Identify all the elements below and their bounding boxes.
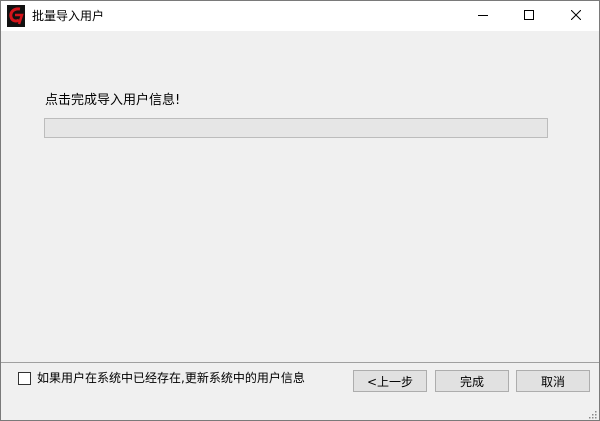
close-button[interactable] bbox=[553, 1, 599, 31]
minimize-button[interactable] bbox=[460, 1, 506, 31]
minimize-icon bbox=[478, 9, 488, 23]
update-existing-option[interactable]: 如果用户在系统中已经存在,更新系统中的用户信息 bbox=[18, 370, 305, 386]
maximize-icon bbox=[524, 9, 534, 23]
app-logo-icon bbox=[7, 5, 25, 27]
cancel-button[interactable]: 取消 bbox=[516, 370, 590, 392]
instruction-text: 点击完成导入用户信息! bbox=[45, 93, 181, 108]
back-button[interactable]: <上一步 bbox=[353, 370, 427, 392]
update-existing-label: 如果用户在系统中已经存在,更新系统中的用户信息 bbox=[37, 371, 305, 385]
close-icon bbox=[570, 9, 582, 23]
title-bar[interactable]: 批量导入用户 bbox=[1, 1, 599, 31]
resize-grip-icon[interactable] bbox=[587, 408, 597, 419]
update-existing-checkbox[interactable] bbox=[18, 371, 31, 385]
maximize-button[interactable] bbox=[506, 1, 552, 31]
wizard-footer: 如果用户在系统中已经存在,更新系统中的用户信息 <上一步 完成 取消 bbox=[1, 363, 599, 420]
import-users-dialog: 批量导入用户 点击完成导入用户信息! 如果用户在系统中已经存在,更新系统中的用户… bbox=[0, 0, 600, 421]
window-title: 批量导入用户 bbox=[32, 9, 105, 23]
finish-button[interactable]: 完成 bbox=[435, 370, 509, 392]
wizard-content: 点击完成导入用户信息! bbox=[1, 31, 599, 362]
import-progress-bar bbox=[44, 118, 548, 138]
